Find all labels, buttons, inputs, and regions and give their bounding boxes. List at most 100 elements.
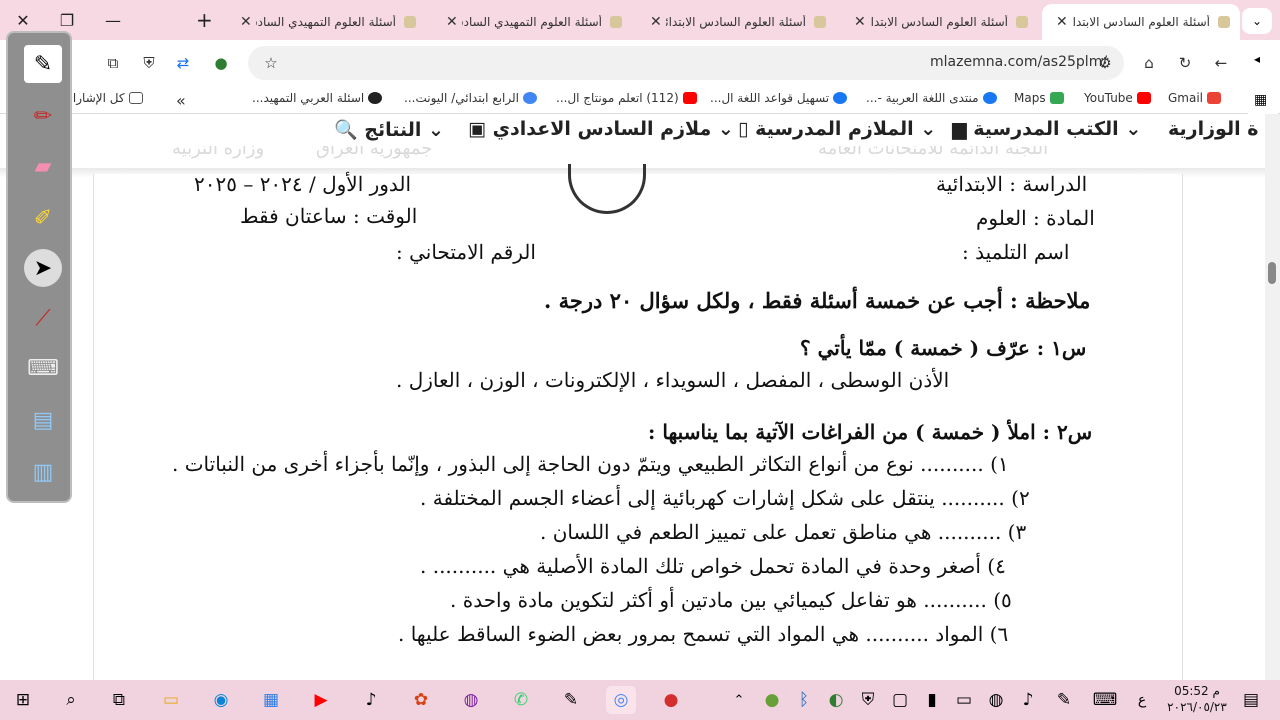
bookmark-maps[interactable]: Maps bbox=[1014, 91, 1064, 105]
network-icon[interactable]: ◍ bbox=[984, 686, 1008, 714]
site-favicon-icon bbox=[814, 16, 826, 28]
iptv-icon[interactable]: ◍ bbox=[456, 686, 486, 714]
bookmark-label: YouTube bbox=[1084, 91, 1133, 105]
whatsapp-icon[interactable]: ✆ bbox=[506, 686, 536, 714]
tray-device-icon[interactable]: ▢ bbox=[888, 686, 912, 714]
book-icon: ▆ bbox=[952, 118, 967, 140]
bookmark-arabic-forum[interactable]: منتدى اللغة العربية -... bbox=[866, 91, 997, 105]
edge-icon[interactable]: ◉ bbox=[206, 686, 236, 714]
globe-extension-icon[interactable]: ● bbox=[210, 52, 232, 74]
gmail-icon bbox=[1207, 92, 1222, 104]
site-favicon-icon bbox=[610, 16, 622, 28]
new-tab-button[interactable]: + bbox=[196, 8, 213, 32]
tab-4[interactable]: أسئلة العلوم التمهيدي السادس ✕ bbox=[432, 4, 632, 40]
bookmark-star-icon[interactable]: ☆ bbox=[260, 52, 282, 74]
clock[interactable]: 05:52 م ٢٠٢٦/٠٥/٢٣ bbox=[1162, 683, 1232, 715]
page-scrollbar[interactable] bbox=[1265, 114, 1280, 680]
input-language[interactable]: ع bbox=[1130, 686, 1154, 714]
screen-icon[interactable]: ▤ bbox=[24, 401, 62, 439]
edit-mode-icon[interactable]: ✎ bbox=[24, 45, 62, 83]
bookmark-label: الرابع ابتدائي/ اليونت... bbox=[404, 91, 519, 105]
shield-icon[interactable]: ⛨ bbox=[138, 52, 160, 74]
side-panel-icon[interactable]: ◂ bbox=[1254, 52, 1260, 66]
home-icon[interactable]: ⌂ bbox=[1138, 52, 1160, 74]
url-text[interactable]: mlazemna.com/as25plm/ bbox=[930, 54, 1107, 70]
store-icon[interactable]: ▦ bbox=[256, 686, 286, 714]
pointer-icon[interactable]: ➤ bbox=[24, 249, 62, 287]
tab-search-button[interactable]: ⌄ bbox=[1242, 8, 1272, 34]
tab-1[interactable]: أسئلة العلوم السادس الابتدائي ✕ bbox=[1042, 4, 1240, 40]
bookmark-label: منتدى اللغة العربية -... bbox=[866, 91, 979, 105]
search-icon[interactable]: ⌕ bbox=[56, 686, 86, 714]
pdf-icon: ▣ bbox=[468, 118, 486, 140]
close-tab-icon[interactable]: ✕ bbox=[646, 14, 666, 30]
close-tab-icon[interactable]: ✕ bbox=[1052, 14, 1072, 30]
keyboard-icon[interactable]: ⌨ bbox=[24, 349, 62, 387]
minimize-window-button[interactable]: — bbox=[90, 0, 136, 40]
tab-3[interactable]: أسئلة العلوم السادس الابتدائي ✕ bbox=[636, 4, 836, 40]
touch-keyboard-icon[interactable]: ⌨ bbox=[1090, 686, 1120, 714]
nav-school-booklets[interactable]: ⌄ الملازم المدرسية ▯ bbox=[738, 118, 936, 140]
whiteboard-icon[interactable]: ✎ bbox=[556, 686, 586, 714]
tab-5[interactable]: أسئلة العلوم التمهيدي السادس ✕ bbox=[226, 4, 426, 40]
scrollbar-thumb[interactable] bbox=[1268, 262, 1276, 284]
nav-results[interactable]: ⌄ النتائج 🔍 bbox=[334, 118, 444, 141]
site-nav: ⌄ ة الوزارية ⌄ الكتب المدرسية ▆ ⌄ الملاز… bbox=[0, 114, 1265, 146]
reload-icon[interactable]: ↻ bbox=[1174, 52, 1196, 74]
close-tab-icon[interactable]: ✕ bbox=[236, 14, 256, 30]
chevron-down-icon: ⌄ bbox=[711, 118, 734, 140]
start-button-icon[interactable]: ⊞ bbox=[8, 686, 38, 714]
youtube-icon bbox=[1136, 92, 1151, 104]
battery-icon[interactable]: ▭ bbox=[952, 686, 976, 714]
eraser-icon[interactable]: ▰ bbox=[24, 147, 62, 185]
tray-app-icon[interactable]: ● bbox=[760, 686, 784, 714]
close-tab-icon[interactable]: ✕ bbox=[442, 14, 462, 30]
tray-overflow-icon[interactable]: ⌃ bbox=[728, 686, 750, 714]
folder-icon bbox=[128, 92, 143, 104]
tiktok-icon[interactable]: ♪ bbox=[356, 686, 386, 714]
tab-title: أسئلة العلوم السادس الابتدائي bbox=[665, 15, 806, 29]
usb-icon[interactable]: ▮ bbox=[920, 686, 944, 714]
exam-subject: المادة : العلوم bbox=[976, 206, 1095, 230]
side-panel-toggle[interactable]: ◂ ▦ bbox=[1248, 44, 1278, 114]
back-icon[interactable]: ← bbox=[1210, 52, 1232, 74]
bookmark-fourth-grade[interactable]: الرابع ابتدائي/ اليونت... bbox=[404, 91, 537, 105]
paint-icon[interactable]: ✿ bbox=[406, 686, 436, 714]
bookmark-montage[interactable]: (112) اتعلم مونتاج ال... bbox=[556, 91, 697, 105]
tab-strip: ✕ ❐ — + أسئلة العلوم السادس الابتدائي ✕ … bbox=[0, 0, 1280, 40]
pen-tray-icon[interactable]: ✎ bbox=[1052, 686, 1076, 714]
pen-icon[interactable]: ✏ bbox=[24, 97, 62, 135]
tab-2[interactable]: أسئلة العلوم السادس الابتدائي ✕ bbox=[840, 4, 1038, 40]
tray-globe-icon[interactable]: ◐ bbox=[824, 686, 848, 714]
task-view-icon[interactable]: ⧉ bbox=[104, 686, 134, 714]
laser-icon[interactable]: ⟋ bbox=[24, 299, 62, 337]
file-explorer-icon[interactable]: ▭ bbox=[156, 686, 186, 714]
more-bookmarks-chevron-icon[interactable]: » bbox=[176, 91, 186, 110]
recorder-icon[interactable]: ● bbox=[656, 686, 686, 714]
chrome-icon[interactable]: ◎ bbox=[606, 686, 636, 714]
close-tab-icon[interactable]: ✕ bbox=[850, 14, 870, 30]
bookmark-grammar[interactable]: تسهيل قواعد اللغة ال... bbox=[710, 91, 848, 105]
exam-note: ملاحظة : أجب عن خمسة أسئلة فقط ، ولكل سؤ… bbox=[544, 288, 1091, 313]
volume-icon[interactable]: ♪ bbox=[1016, 686, 1040, 714]
security-icon[interactable]: ⛨ bbox=[856, 686, 880, 714]
nav-ministerial[interactable]: ⌄ ة الوزارية bbox=[1168, 118, 1265, 140]
bookmark-youtube[interactable]: YouTube bbox=[1084, 91, 1151, 105]
nav-sixth-prep[interactable]: ⌄ ملازم السادس الاعدادي ▣ bbox=[468, 118, 734, 140]
highlighter-icon[interactable]: ✐ bbox=[24, 199, 62, 237]
bookmark-gmail[interactable]: Gmail bbox=[1168, 91, 1222, 105]
bluetooth-icon[interactable]: ᛒ bbox=[792, 686, 816, 714]
translate-icon[interactable]: ⇄ bbox=[172, 52, 194, 74]
site-favicon-icon bbox=[1218, 16, 1230, 28]
apps-grid-icon[interactable]: ▦ bbox=[1254, 92, 1267, 108]
youtube-app-icon[interactable]: ▶ bbox=[306, 686, 336, 714]
taskbar: ⊞ ⌕ ⧉ ▭ ◉ ▦ ▶ ♪ ✿ ◍ ✆ ✎ ◎ ● ⌃ ● ᛒ ◐ ⛨ ▢ … bbox=[0, 680, 1280, 720]
extensions-icon[interactable]: ⧉ bbox=[102, 52, 124, 74]
bookmark-label: اسئلة العربي التمهيد... bbox=[252, 91, 365, 105]
capture-icon[interactable]: ▥ bbox=[24, 453, 62, 491]
pen-toolbar: ✎ ✏ ▰ ✐ ➤ ⟋ ⌨ ▤ ▥ bbox=[6, 31, 72, 503]
nav-school-books[interactable]: ⌄ الكتب المدرسية ▆ bbox=[952, 118, 1141, 140]
bookmark-arabic-questions[interactable]: اسئلة العربي التمهيد... bbox=[252, 91, 383, 105]
nav-label: النتائج bbox=[364, 119, 422, 141]
notifications-icon[interactable]: ▤ bbox=[1236, 686, 1266, 714]
